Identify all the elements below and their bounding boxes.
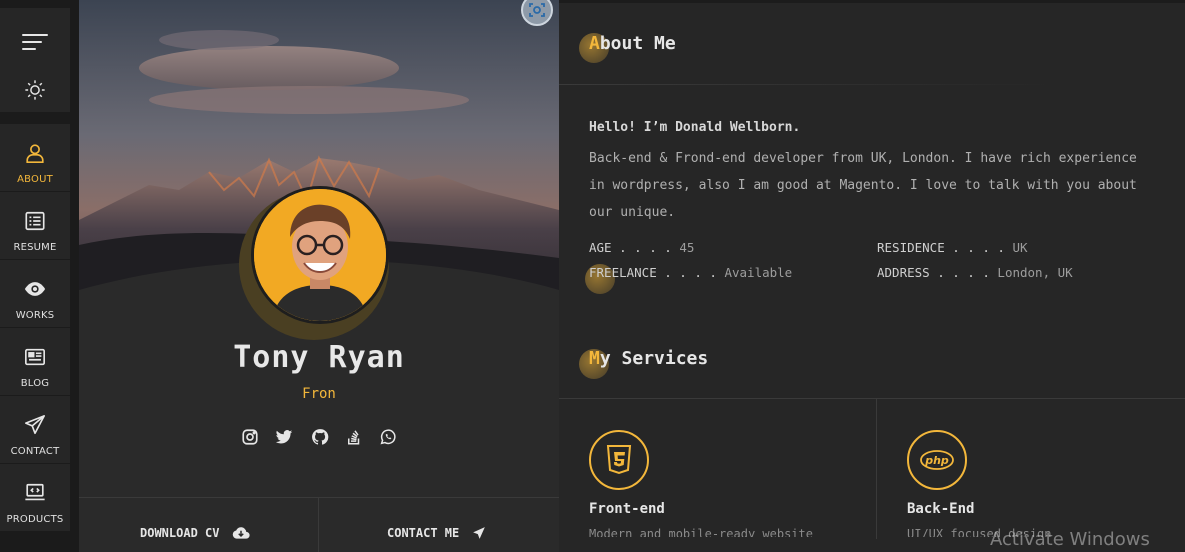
nav-label: BLOG bbox=[20, 378, 50, 389]
html5-icon bbox=[606, 445, 632, 475]
info-freelance: FREELANCE . . . . Available bbox=[589, 265, 792, 280]
top-border bbox=[559, 0, 1185, 3]
resume-list-icon bbox=[25, 211, 45, 231]
info-key: AGE . . . . bbox=[589, 240, 672, 255]
eye-icon bbox=[24, 282, 46, 296]
instagram-icon[interactable] bbox=[241, 428, 259, 446]
screen-capture-button[interactable] bbox=[521, 0, 553, 26]
card-footer: DOWNLOAD CV CONTACT ME bbox=[79, 497, 559, 552]
avatar-portrait-image bbox=[254, 189, 386, 321]
nav-label: CONTACT bbox=[10, 446, 60, 457]
info-key: FREELANCE . . . . bbox=[589, 265, 717, 280]
nav-item-contact[interactable]: CONTACT bbox=[0, 396, 70, 464]
left-rail: ABOUT RESUME WORKS BLOG CONTACT PRODUCTS bbox=[0, 0, 70, 552]
svg-text:php: php bbox=[924, 454, 949, 467]
social-links bbox=[241, 428, 401, 448]
nav-item-works[interactable]: WORKS bbox=[0, 260, 70, 328]
about-bio: Back-end & Frond-end developer from UK, … bbox=[589, 151, 1137, 220]
user-icon bbox=[26, 144, 44, 163]
info-residence: RESIDENCE . . . . UK bbox=[877, 240, 1028, 255]
info-value: Available bbox=[724, 265, 793, 280]
rail-top-panel bbox=[0, 8, 70, 112]
info-value: London, UK bbox=[997, 265, 1073, 280]
download-cv-button[interactable]: DOWNLOAD CV bbox=[79, 498, 318, 552]
profile-name: Tony Ryan bbox=[233, 340, 405, 375]
service-icon-frontend bbox=[589, 430, 649, 490]
nav-item-about[interactable]: ABOUT bbox=[0, 124, 70, 192]
github-icon[interactable] bbox=[311, 428, 329, 446]
services-divider bbox=[876, 399, 877, 539]
services-heading-initial: M bbox=[589, 348, 600, 369]
info-value: 45 bbox=[679, 240, 695, 255]
info-key: RESIDENCE . . . . bbox=[877, 240, 1005, 255]
nav-item-resume[interactable]: RESUME bbox=[0, 192, 70, 260]
menu-icon[interactable] bbox=[22, 34, 48, 52]
activate-windows-watermark: Activate Windows bbox=[990, 529, 1150, 550]
stack-overflow-icon[interactable] bbox=[345, 428, 363, 446]
laptop-code-icon bbox=[25, 483, 45, 501]
section-separator bbox=[559, 84, 1059, 85]
services-heading: My Services bbox=[589, 348, 708, 369]
send-arrow-icon bbox=[473, 527, 485, 539]
service-icon-backend: php bbox=[907, 430, 967, 490]
info-value: UK bbox=[1012, 240, 1028, 255]
contact-me-label: CONTACT ME bbox=[387, 526, 460, 540]
nav-label: RESUME bbox=[13, 242, 57, 253]
about-heading: About Me bbox=[589, 33, 676, 54]
whatsapp-icon[interactable] bbox=[379, 428, 397, 446]
service-desc: Modern and mobile-ready website bbox=[589, 527, 813, 537]
service-title: Back-End bbox=[907, 501, 975, 517]
download-cv-label: DOWNLOAD CV bbox=[140, 526, 220, 540]
main-content: About Me Hello! I’m Donald Wellborn. Bac… bbox=[559, 0, 1185, 552]
newspaper-icon bbox=[25, 348, 45, 366]
nav-label: WORKS bbox=[15, 310, 55, 321]
profile-card: Tony Ryan Fron DOWNLOAD CV CONTACT ME bbox=[79, 0, 559, 552]
service-title: Front-end bbox=[589, 501, 665, 517]
nav-label: ABOUT bbox=[17, 174, 53, 185]
nav-item-products[interactable]: PRODUCTS bbox=[0, 464, 70, 532]
contact-me-button[interactable]: CONTACT ME bbox=[319, 498, 559, 552]
nav-item-blog[interactable]: BLOG bbox=[0, 328, 70, 396]
php-icon: php bbox=[920, 450, 954, 470]
info-address: ADDRESS . . . . London, UK bbox=[877, 265, 1073, 280]
services-heading-rest: y Services bbox=[599, 348, 709, 369]
about-heading-rest: bout Me bbox=[599, 33, 676, 54]
side-nav: ABOUT RESUME WORKS BLOG CONTACT PRODUCTS bbox=[0, 124, 70, 532]
info-age: AGE . . . . 45 bbox=[589, 240, 694, 255]
info-key: ADDRESS . . . . bbox=[877, 265, 990, 280]
theme-toggle-sun-icon[interactable] bbox=[24, 79, 46, 101]
about-hello: Hello! I’m Donald Wellborn. bbox=[589, 120, 801, 135]
cloud-download-icon bbox=[232, 527, 250, 539]
paper-plane-icon bbox=[25, 415, 45, 435]
nav-label: PRODUCTS bbox=[6, 514, 64, 525]
avatar bbox=[251, 186, 389, 324]
about-heading-initial: A bbox=[589, 33, 600, 54]
scan-icon bbox=[529, 3, 545, 17]
twitter-icon[interactable] bbox=[275, 428, 293, 446]
profile-role: Fron bbox=[302, 386, 336, 402]
